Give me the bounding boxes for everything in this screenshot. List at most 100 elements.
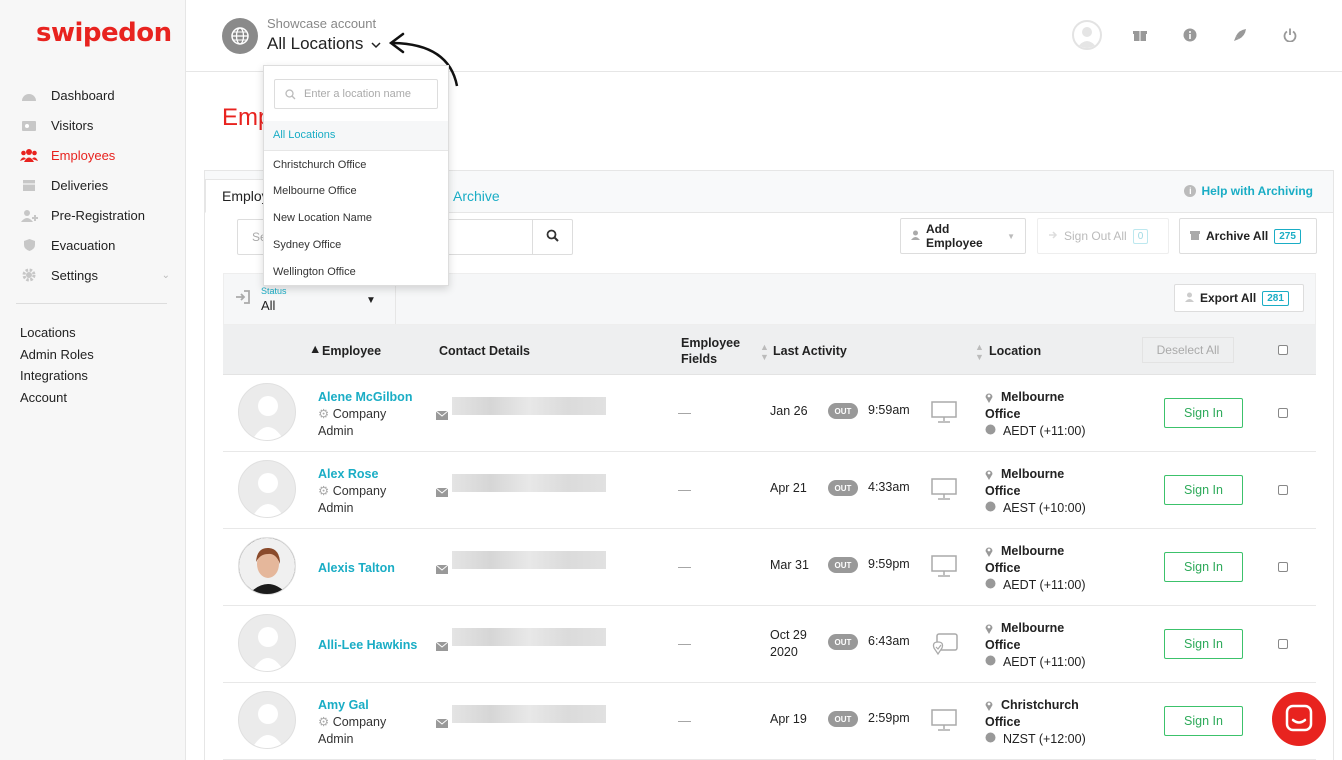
header-fields-line2: Fields [681, 352, 718, 366]
last-activity-date: Oct 29 2020 [770, 627, 807, 661]
archive-icon [1190, 229, 1200, 243]
sidebar-link-integrations[interactable]: Integrations [20, 368, 94, 390]
sidebar-link-account[interactable]: Account [20, 390, 94, 412]
timezone-label: AEST (+10:00) [1002, 501, 1086, 515]
info-icon[interactable] [1178, 23, 1202, 47]
top-bar: Showcase account All Locations [186, 0, 1342, 72]
row-checkbox[interactable] [1278, 639, 1288, 649]
location-selector[interactable]: All Locations [267, 34, 381, 54]
pre-registration-icon [20, 208, 38, 222]
sidebar-item-evacuation[interactable]: Evacuation [20, 230, 170, 260]
timezone-label: AEDT (+11:00) [1002, 424, 1086, 438]
contact-details-redacted [452, 628, 606, 646]
sign-in-button[interactable]: Sign In [1164, 629, 1243, 659]
shield-icon [20, 238, 38, 252]
contact-details-redacted [452, 705, 606, 723]
add-employee-button[interactable]: Add Employee ▼ [900, 218, 1026, 254]
dropdown-option-sydney[interactable]: Sydney Office [273, 239, 341, 251]
archive-all-button[interactable]: Archive All 275 [1179, 218, 1317, 254]
status-badge: OUT [828, 711, 858, 727]
row-checkbox[interactable] [1278, 485, 1288, 495]
sidebar-link-admin-roles[interactable]: Admin Roles [20, 347, 94, 369]
search-icon [285, 88, 296, 103]
top-bar-icons [1072, 20, 1302, 50]
location-search-placeholder: Enter a location name [304, 88, 412, 100]
employee-name-link[interactable]: Alene McGilbon [318, 390, 412, 404]
sidebar-item-deliveries[interactable]: Deliveries [20, 170, 170, 200]
rocket-icon[interactable] [1228, 23, 1252, 47]
last-activity-date: Apr 21 [770, 481, 807, 495]
employee-name-link[interactable]: Alex Rose [318, 467, 378, 481]
sidebar-item-settings[interactable]: Settings ⌄ [20, 260, 170, 290]
sidebar-secondary-nav: Locations Admin Roles Integrations Accou… [20, 325, 94, 411]
header-employee[interactable]: Employee [322, 344, 381, 358]
export-count-badge: 281 [1262, 290, 1289, 306]
swipedon-logo[interactable]: swipedon [36, 18, 172, 48]
help-archiving-link[interactable]: i Help with Archiving [1184, 184, 1313, 198]
status-badge: OUT [828, 634, 858, 650]
search-button[interactable] [532, 220, 572, 254]
dropdown-option-melbourne[interactable]: Melbourne Office [273, 185, 357, 197]
sort-icon[interactable]: ▲ ▼ [975, 342, 984, 362]
last-activity-time: 6:43am [868, 634, 910, 648]
dropdown-option-wellington[interactable]: Wellington Office [273, 266, 356, 278]
sign-in-button[interactable]: Sign In [1164, 706, 1243, 736]
location-name-line1: Melbourne [1001, 621, 1065, 635]
dropdown-option-christchurch[interactable]: Christchurch Office [273, 159, 366, 171]
export-all-button[interactable]: Export All 281 [1174, 284, 1304, 312]
sign-in-button[interactable]: Sign In [1164, 475, 1243, 505]
sidebar-item-dashboard[interactable]: Dashboard [20, 80, 170, 110]
add-employee-label: Add Employee [926, 222, 983, 250]
location-search-input[interactable]: Enter a location name [274, 79, 438, 109]
archive-all-label: Archive All [1206, 229, 1269, 243]
sidebar-item-pre-registration[interactable]: Pre-Registration [20, 200, 170, 230]
sidebar-link-locations[interactable]: Locations [20, 325, 94, 347]
row-checkbox[interactable] [1278, 562, 1288, 572]
sign-out-all-button[interactable]: Sign Out All 0 [1037, 218, 1169, 254]
location-name: Melbourne Office [985, 389, 1095, 423]
user-avatar[interactable] [1072, 20, 1102, 50]
status-badge: OUT [828, 557, 858, 573]
sidebar-item-visitors[interactable]: Visitors [20, 110, 170, 140]
sign-in-icon [235, 290, 251, 307]
gift-icon[interactable] [1128, 23, 1152, 47]
sign-out-icon [1048, 229, 1058, 243]
employee-name-link[interactable]: Amy Gal [318, 698, 369, 712]
deselect-all-button[interactable]: Deselect All [1142, 337, 1234, 363]
sort-asc-icon[interactable]: ▲ [309, 342, 321, 356]
location-name-line2: Office [985, 638, 1021, 652]
tablet-icon [931, 632, 959, 659]
select-all-checkbox[interactable] [1278, 345, 1288, 355]
row-checkbox[interactable] [1278, 408, 1288, 418]
location-name-line2: Office [985, 561, 1021, 575]
desktop-icon [931, 401, 957, 426]
sidebar-item-employees[interactable]: Employees [20, 140, 170, 170]
location-name: Melbourne Office [985, 466, 1095, 500]
location-name-line1: Melbourne [1001, 467, 1065, 481]
avatar [238, 460, 296, 518]
header-last-activity[interactable]: Last Activity [773, 344, 847, 358]
role-line1: Company [332, 715, 387, 729]
last-activity-date: Jan 26 [770, 404, 808, 418]
timezone: AEDT (+11:00) [985, 577, 1086, 594]
gear-icon: ⚙ [318, 407, 330, 421]
power-icon[interactable] [1278, 23, 1302, 47]
chevron-down-icon[interactable]: ⌄ [162, 270, 170, 281]
header-location[interactable]: Location [989, 344, 1041, 358]
timezone: AEDT (+11:00) [985, 654, 1086, 671]
sidebar-item-label: Deliveries [51, 177, 109, 193]
dropdown-option-new-location[interactable]: New Location Name [273, 212, 372, 224]
dropdown-option-all-locations[interactable]: All Locations [264, 121, 448, 151]
chat-launcher-button[interactable] [1272, 692, 1326, 746]
employee-name-link[interactable]: Alexis Talton [318, 561, 395, 575]
date-line1: Oct 29 [770, 628, 807, 642]
employee-name-link[interactable]: Alli-Lee Hawkins [318, 638, 417, 652]
sign-in-button[interactable]: Sign In [1164, 398, 1243, 428]
timezone: AEDT (+11:00) [985, 423, 1086, 440]
chevron-down-icon [371, 34, 381, 54]
role-line2: Admin [318, 501, 354, 515]
sidebar-item-label: Pre-Registration [51, 207, 145, 223]
sort-icon[interactable]: ▲ ▼ [760, 342, 769, 362]
sign-in-button[interactable]: Sign In [1164, 552, 1243, 582]
employee-fields-value: — [678, 405, 691, 420]
